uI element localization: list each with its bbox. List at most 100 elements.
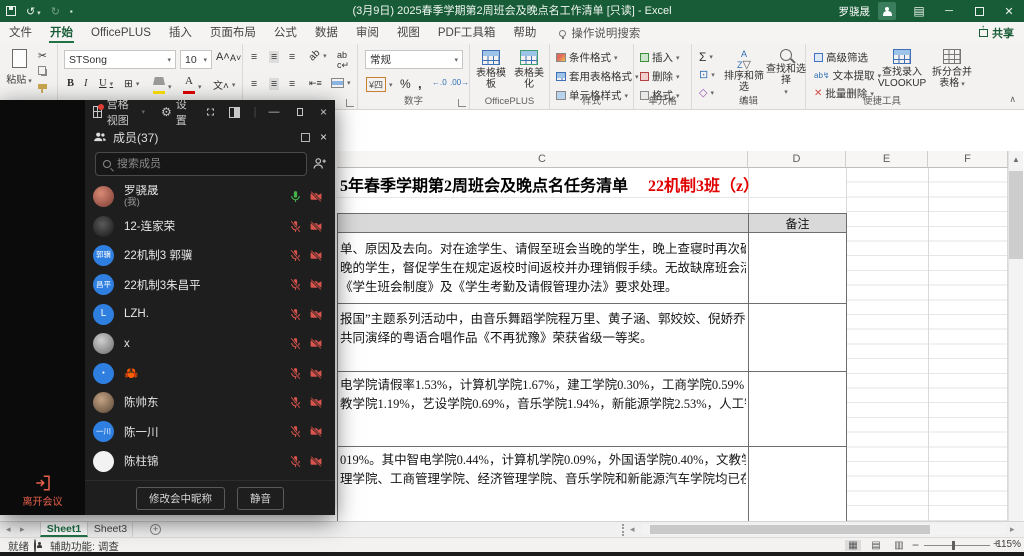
- zoom-slider-thumb[interactable]: [952, 541, 955, 550]
- list-item[interactable]: x: [85, 329, 335, 358]
- fill-color-button[interactable]: ▾: [153, 77, 172, 97]
- font-color-button[interactable]: A▾: [183, 76, 202, 97]
- list-item[interactable]: 陈帅东: [85, 388, 335, 417]
- camera-off-icon[interactable]: [309, 455, 323, 468]
- horizontal-scrollbar[interactable]: [642, 524, 1006, 535]
- scroll-up-button[interactable]: ▲: [1009, 151, 1023, 167]
- tab-pdf-tools[interactable]: PDF工具箱: [429, 22, 505, 44]
- restore-button[interactable]: [964, 0, 994, 22]
- list-item[interactable]: • 🦀: [85, 358, 335, 387]
- list-item[interactable]: 12-连家荣: [85, 211, 335, 240]
- alignment-dialog-launcher[interactable]: [346, 99, 354, 107]
- list-item[interactable]: 昌平 22机制3朱昌平: [85, 270, 335, 299]
- ribbon-display-options-icon[interactable]: ▤: [904, 0, 934, 22]
- sheet-nav-left-icon[interactable]: ◂: [6, 524, 11, 535]
- mic-off-icon[interactable]: [289, 308, 302, 321]
- mic-off-icon[interactable]: [289, 396, 302, 409]
- italic-button[interactable]: I: [84, 78, 88, 89]
- save-icon[interactable]: [6, 6, 16, 16]
- list-item[interactable]: L LZH.: [85, 300, 335, 329]
- share-button[interactable]: 共享: [979, 24, 1014, 42]
- tab-file[interactable]: 文件: [0, 22, 41, 44]
- sheet-nav-right-icon[interactable]: ▸: [20, 524, 25, 535]
- underline-button[interactable]: U▾: [99, 78, 113, 89]
- split-merge-button[interactable]: 拆分合并 表格 ▾: [930, 49, 974, 90]
- fill-button[interactable]: ⊡▾: [699, 68, 715, 81]
- mic-off-icon[interactable]: [289, 249, 302, 262]
- camera-off-icon[interactable]: [309, 337, 323, 350]
- tab-data[interactable]: 数据: [306, 22, 347, 44]
- member-search-box[interactable]: [95, 152, 307, 176]
- meeting-maximize-button[interactable]: [297, 108, 303, 116]
- table-template-button[interactable]: 表格模板: [473, 50, 509, 90]
- user-avatar[interactable]: [878, 2, 896, 20]
- number-format-select[interactable]: 常规▾: [365, 50, 463, 69]
- list-item[interactable]: 一川 陈一川: [85, 417, 335, 446]
- camera-off-icon[interactable]: [309, 249, 323, 262]
- note-cell[interactable]: [748, 446, 847, 522]
- tell-me-search[interactable]: 操作说明搜索: [559, 25, 640, 41]
- new-sheet-button[interactable]: +: [150, 524, 161, 535]
- grow-font-button[interactable]: A˄: [216, 51, 230, 63]
- note-cell[interactable]: [748, 371, 847, 447]
- hscroll-right-button[interactable]: ▸: [1010, 524, 1015, 535]
- autosum-button[interactable]: Σ▾: [699, 50, 713, 64]
- list-item[interactable]: 罗骁晟 (我): [85, 182, 335, 211]
- comma-style-button[interactable]: ,: [418, 76, 422, 91]
- camera-off-icon[interactable]: [309, 190, 323, 203]
- rename-button[interactable]: 修改会中昵称: [136, 487, 225, 510]
- format-as-table-button[interactable]: 套用表格格式▾: [556, 69, 639, 84]
- fullscreen-icon[interactable]: [206, 106, 215, 118]
- format-painter-button[interactable]: [38, 84, 47, 93]
- tab-page-layout[interactable]: 页面布局: [201, 22, 265, 44]
- align-top-button[interactable]: ≡: [251, 51, 259, 63]
- camera-off-icon[interactable]: [309, 308, 323, 321]
- add-member-button[interactable]: [312, 156, 327, 174]
- merge-center-button[interactable]: ▾: [331, 78, 351, 88]
- view-page-layout-button[interactable]: ▤: [868, 540, 884, 551]
- list-item[interactable]: 陈柱锦: [85, 447, 335, 476]
- hscroll-left-button[interactable]: ◂: [630, 524, 635, 535]
- shrink-font-button[interactable]: A˅: [230, 53, 241, 63]
- align-right-button[interactable]: ≡: [289, 78, 295, 90]
- undo-button[interactable]: ↺ ▾: [26, 5, 41, 18]
- search-input[interactable]: [117, 158, 277, 170]
- accounting-format-button[interactable]: ¥四▾: [366, 77, 393, 92]
- note-row-cell-c[interactable]: [337, 213, 749, 233]
- column-header-f[interactable]: F: [928, 151, 1008, 168]
- column-header-d[interactable]: D: [748, 151, 846, 168]
- orientation-button[interactable]: ab▾: [309, 50, 327, 61]
- vertical-scrollbar[interactable]: ▲: [1008, 151, 1023, 521]
- percent-style-button[interactable]: %: [400, 77, 411, 91]
- borders-button[interactable]: ⊞▾: [124, 78, 139, 90]
- camera-off-icon[interactable]: [309, 367, 323, 380]
- mic-off-icon[interactable]: [289, 337, 302, 350]
- mic-off-icon[interactable]: [289, 425, 302, 438]
- mic-off-icon[interactable]: [289, 455, 302, 468]
- decrease-indent-button[interactable]: ⇤≡: [309, 78, 322, 89]
- delete-cells-button[interactable]: 删除▾: [640, 69, 680, 84]
- tab-home[interactable]: 开始: [41, 22, 82, 44]
- column-header-c[interactable]: C: [337, 151, 748, 168]
- lookup-entry-button[interactable]: 查找录入 VLOOKUP: [876, 49, 928, 89]
- mic-off-icon[interactable]: [289, 367, 302, 380]
- advanced-filter-button[interactable]: 高级筛选: [814, 50, 868, 65]
- find-select-button[interactable]: 查找和选择▾: [766, 49, 806, 98]
- camera-off-icon[interactable]: [309, 278, 323, 291]
- copy-button[interactable]: [38, 66, 46, 75]
- redo-button[interactable]: ↻: [51, 5, 60, 18]
- collapse-ribbon-button[interactable]: ∧: [1009, 94, 1016, 105]
- camera-off-icon[interactable]: [309, 220, 323, 233]
- phonetic-guide-button[interactable]: 文˄▾: [213, 77, 235, 92]
- zoom-level[interactable]: 115%: [996, 539, 1021, 550]
- grid-view-button[interactable]: 宫格视图 ▾: [93, 96, 145, 128]
- zoom-out-button[interactable]: −: [912, 538, 919, 552]
- close-panel-icon[interactable]: ×: [320, 130, 327, 144]
- mute-button[interactable]: 静音: [237, 487, 284, 510]
- text-extract-button[interactable]: ab↯文本提取▾: [814, 68, 881, 83]
- view-normal-button[interactable]: ▦: [845, 540, 861, 551]
- tab-officeplus[interactable]: OfficePLUS: [82, 22, 160, 44]
- mic-on-icon[interactable]: [289, 190, 302, 203]
- leave-meeting-button[interactable]: 离开会议: [0, 474, 85, 509]
- tab-review[interactable]: 审阅: [347, 22, 388, 44]
